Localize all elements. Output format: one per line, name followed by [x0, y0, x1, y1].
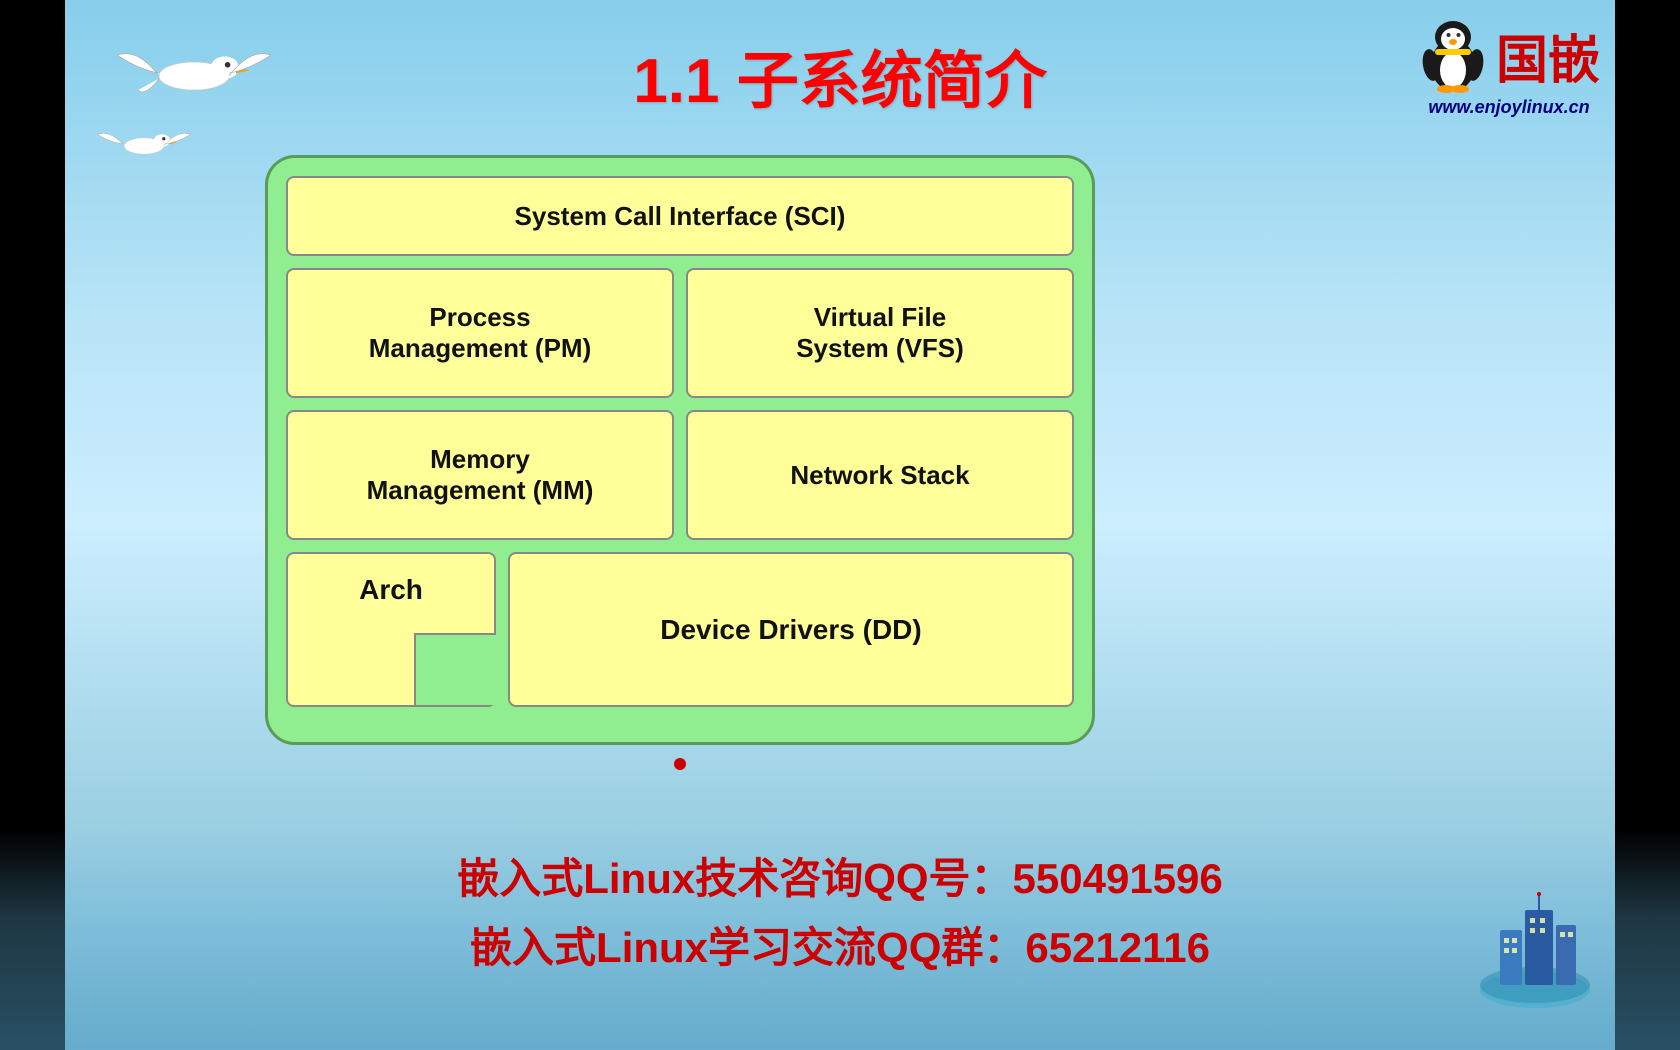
pm-box: Process Management (PM): [286, 268, 674, 398]
right-bar: [1615, 0, 1680, 1050]
pm-label: Process Management (PM): [369, 302, 591, 364]
bottom-text-area: 嵌入式Linux技术咨询QQ号：550491596 嵌入式Linux学习交流QQ…: [457, 845, 1223, 975]
vfs-box: Virtual File System (VFS): [686, 268, 1074, 398]
sci-box: System Call Interface (SCI): [286, 176, 1074, 256]
indicator-dot: [674, 758, 686, 770]
vfs-label: Virtual File System (VFS): [796, 302, 964, 364]
footer-line1: 嵌入式Linux技术咨询QQ号：550491596: [457, 845, 1223, 906]
arch-box: Arch: [286, 552, 496, 707]
penguin-icon: [1418, 15, 1488, 95]
main-container: 1.1 子系统简介: [0, 0, 1680, 1050]
page-title: 1.1 子系统简介: [633, 30, 1046, 120]
logo-top: 国嵌: [1418, 15, 1600, 95]
left-bar: [0, 0, 65, 1050]
network-box: Network Stack: [686, 410, 1074, 540]
diagram-container: System Call Interface (SCI) Process Mana…: [265, 155, 1095, 745]
brand-name: 国嵌: [1496, 18, 1600, 93]
mm-network-row: Memory Management (MM) Network Stack: [286, 410, 1074, 540]
network-label: Network Stack: [790, 460, 969, 491]
pm-vfs-row: Process Management (PM) Virtual File Sys…: [286, 268, 1074, 398]
website-url: www.enjoylinux.cn: [1428, 97, 1589, 118]
sci-label: System Call Interface (SCI): [515, 201, 846, 232]
mm-label: Memory Management (MM): [367, 444, 594, 506]
city-icon: [1470, 890, 1600, 1010]
mm-box: Memory Management (MM): [286, 410, 674, 540]
arch-dd-row: Arch Device Drivers (DD): [286, 552, 1074, 707]
arch-label: Arch: [359, 574, 423, 606]
footer-line2: 嵌入式Linux学习交流QQ群：65212116: [457, 914, 1223, 975]
logo-area: 国嵌 www.enjoylinux.cn: [1418, 15, 1600, 118]
dd-box: Device Drivers (DD): [508, 552, 1074, 707]
building-icon: [1470, 890, 1600, 1010]
dd-label: Device Drivers (DD): [660, 614, 921, 646]
